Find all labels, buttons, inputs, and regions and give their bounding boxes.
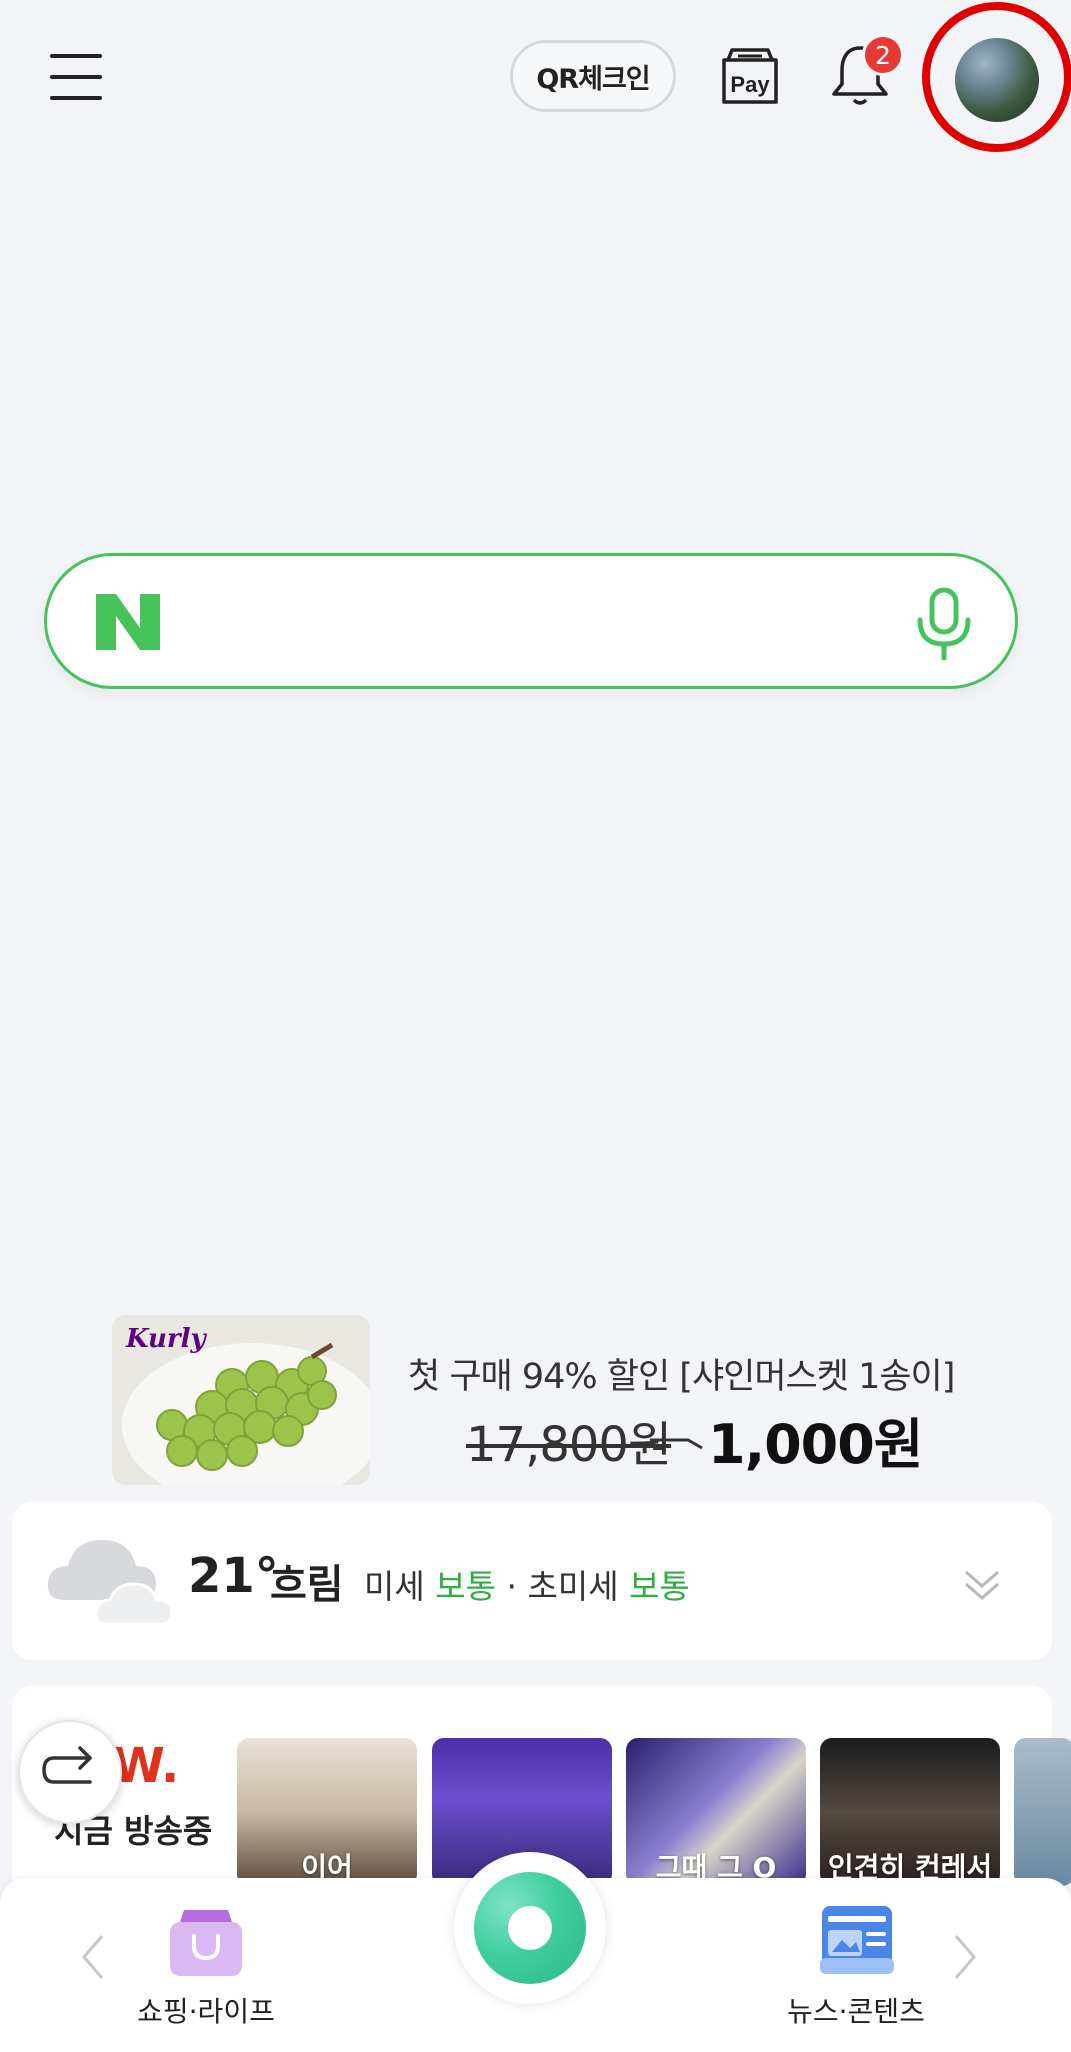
broadcast-thumbnail[interactable]: 그때 그 O [626,1738,806,1886]
weather-temperature: 21° [188,1548,279,1604]
menu-line [50,54,102,58]
search-bar[interactable] [44,553,1018,689]
ad-old-price: 17,800원 [466,1417,672,1473]
broadcast-thumbnail[interactable]: 이어 [237,1738,417,1886]
price-arrow-icon [648,1428,708,1450]
now-logo: W. [112,1738,180,1794]
menu-button[interactable] [44,50,108,104]
kurly-logo: Kurly [126,1324,206,1354]
broadcast-thumbnail[interactable]: 인견히 컨레서 [820,1738,1000,1886]
ad-title: 첫 구매 94% 할인 [샤인머스켓 1송이] [408,1357,955,1397]
ultrafine-dust-value: 보통 [629,1567,690,1606]
broadcast-thumbnail[interactable] [1014,1738,1071,1886]
dust-separator: · [506,1567,517,1606]
cloud-icon [44,1520,184,1632]
news-icon[interactable] [814,1902,898,1978]
pay-icon[interactable]: Pay [718,46,782,106]
share-button[interactable] [18,1720,122,1824]
qr-checkin-button[interactable]: QR체크인 [510,40,676,112]
chevron-right-icon[interactable] [950,1932,980,1982]
nav-shopping-life[interactable]: 쇼핑·라이프 [106,1990,306,2030]
nav-news-contents[interactable]: 뉴스·콘텐츠 [756,1990,956,2030]
shopping-bag-icon[interactable] [164,1902,248,1978]
notification-badge: 2 [862,34,904,76]
avatar[interactable] [955,38,1039,122]
dust-info: 미세 보통 · 초미세 보통 [364,1560,690,1608]
ultrafine-dust-label: 초미세 [527,1567,619,1606]
chevron-double-down-icon[interactable] [960,1562,1004,1606]
naver-logo [94,592,162,652]
fine-dust-label: 미세 [364,1567,425,1606]
return-arrow-icon [42,1746,92,1784]
green-dot-center [508,1906,552,1950]
ad-new-price: 1,000원 [708,1413,923,1476]
fine-dust-value: 보통 [435,1567,496,1606]
menu-line [50,96,102,100]
microphone-icon[interactable] [912,586,976,662]
chevron-left-icon[interactable] [78,1932,108,1982]
weather-condition: 흐림 [270,1562,344,1608]
pay-label: Pay [730,72,770,97]
menu-line [50,75,102,79]
